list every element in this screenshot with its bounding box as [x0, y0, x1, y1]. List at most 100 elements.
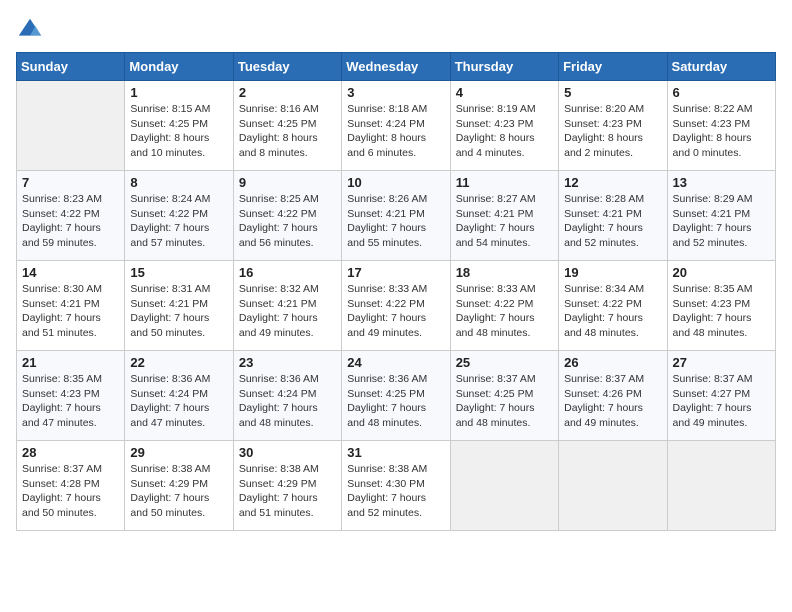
calendar-cell: 31 Sunrise: 8:38 AMSunset: 4:30 PMDayligh…	[342, 441, 450, 531]
day-number: 27	[673, 355, 770, 370]
day-header-wednesday: Wednesday	[342, 53, 450, 81]
day-header-sunday: Sunday	[17, 53, 125, 81]
logo-icon	[16, 16, 44, 44]
calendar-table: SundayMondayTuesdayWednesdayThursdayFrid…	[16, 52, 776, 531]
day-number: 11	[456, 175, 553, 190]
day-number: 24	[347, 355, 444, 370]
logo	[16, 16, 48, 44]
day-number: 15	[130, 265, 227, 280]
calendar-cell: 1 Sunrise: 8:15 AMSunset: 4:25 PMDaylight…	[125, 81, 233, 171]
day-number: 31	[347, 445, 444, 460]
day-info: Sunrise: 8:35 AMSunset: 4:23 PMDaylight:…	[673, 282, 770, 341]
day-info: Sunrise: 8:23 AMSunset: 4:22 PMDaylight:…	[22, 192, 119, 251]
day-info: Sunrise: 8:16 AMSunset: 4:25 PMDaylight:…	[239, 102, 336, 161]
day-info: Sunrise: 8:27 AMSunset: 4:21 PMDaylight:…	[456, 192, 553, 251]
calendar-cell: 20 Sunrise: 8:35 AMSunset: 4:23 PMDayligh…	[667, 261, 775, 351]
calendar-cell: 12 Sunrise: 8:28 AMSunset: 4:21 PMDayligh…	[559, 171, 667, 261]
day-info: Sunrise: 8:20 AMSunset: 4:23 PMDaylight:…	[564, 102, 661, 161]
day-number: 10	[347, 175, 444, 190]
calendar-cell: 5 Sunrise: 8:20 AMSunset: 4:23 PMDaylight…	[559, 81, 667, 171]
calendar-cell: 22Sunrise: 8:36 AMSunset: 4:24 PMDayligh…	[125, 351, 233, 441]
day-info: Sunrise: 8:25 AMSunset: 4:22 PMDaylight:…	[239, 192, 336, 251]
calendar-cell: 11 Sunrise: 8:27 AMSunset: 4:21 PMDayligh…	[450, 171, 558, 261]
day-number: 6	[673, 85, 770, 100]
day-info: Sunrise: 8:37 AMSunset: 4:27 PMDaylight:…	[673, 372, 770, 431]
calendar-week-1: 1 Sunrise: 8:15 AMSunset: 4:25 PMDaylight…	[17, 81, 776, 171]
day-number: 21	[22, 355, 119, 370]
calendar-cell: 29Sunrise: 8:38 AMSunset: 4:29 PMDayligh…	[125, 441, 233, 531]
day-info: Sunrise: 8:37 AMSunset: 4:25 PMDaylight:…	[456, 372, 553, 431]
day-header-monday: Monday	[125, 53, 233, 81]
calendar-cell: 27 Sunrise: 8:37 AMSunset: 4:27 PMDayligh…	[667, 351, 775, 441]
calendar-cell: 9 Sunrise: 8:25 AMSunset: 4:22 PMDaylight…	[233, 171, 341, 261]
day-header-saturday: Saturday	[667, 53, 775, 81]
day-number: 20	[673, 265, 770, 280]
day-info: Sunrise: 8:22 AMSunset: 4:23 PMDaylight:…	[673, 102, 770, 161]
day-number: 30	[239, 445, 336, 460]
day-info: Sunrise: 8:38 AMSunset: 4:30 PMDaylight:…	[347, 462, 444, 521]
day-info: Sunrise: 8:31 AMSunset: 4:21 PMDaylight:…	[130, 282, 227, 341]
day-info: Sunrise: 8:37 AMSunset: 4:28 PMDaylight:…	[22, 462, 119, 521]
calendar-cell	[17, 81, 125, 171]
day-number: 26	[564, 355, 661, 370]
day-info: Sunrise: 8:33 AMSunset: 4:22 PMDaylight:…	[456, 282, 553, 341]
calendar-cell: 21Sunrise: 8:35 AMSunset: 4:23 PMDayligh…	[17, 351, 125, 441]
calendar-cell: 2Sunrise: 8:16 AMSunset: 4:25 PMDaylight…	[233, 81, 341, 171]
calendar-cell: 4 Sunrise: 8:19 AMSunset: 4:23 PMDaylight…	[450, 81, 558, 171]
day-info: Sunrise: 8:29 AMSunset: 4:21 PMDaylight:…	[673, 192, 770, 251]
day-info: Sunrise: 8:38 AMSunset: 4:29 PMDaylight:…	[239, 462, 336, 521]
day-number: 28	[22, 445, 119, 460]
calendar-cell: 25 Sunrise: 8:37 AMSunset: 4:25 PMDayligh…	[450, 351, 558, 441]
day-info: Sunrise: 8:18 AMSunset: 4:24 PMDaylight:…	[347, 102, 444, 161]
day-number: 19	[564, 265, 661, 280]
day-info: Sunrise: 8:36 AMSunset: 4:24 PMDaylight:…	[239, 372, 336, 431]
day-number: 9	[239, 175, 336, 190]
calendar-cell: 30 Sunrise: 8:38 AMSunset: 4:29 PMDayligh…	[233, 441, 341, 531]
day-info: Sunrise: 8:19 AMSunset: 4:23 PMDaylight:…	[456, 102, 553, 161]
calendar-header: SundayMondayTuesdayWednesdayThursdayFrid…	[17, 53, 776, 81]
day-number: 1	[130, 85, 227, 100]
calendar-cell: 14 Sunrise: 8:30 AMSunset: 4:21 PMDayligh…	[17, 261, 125, 351]
calendar-cell: 18 Sunrise: 8:33 AMSunset: 4:22 PMDayligh…	[450, 261, 558, 351]
day-number: 16	[239, 265, 336, 280]
day-info: Sunrise: 8:15 AMSunset: 4:25 PMDaylight:…	[130, 102, 227, 161]
day-number: 23	[239, 355, 336, 370]
calendar-cell	[559, 441, 667, 531]
day-number: 8	[130, 175, 227, 190]
day-number: 13	[673, 175, 770, 190]
calendar-cell: 24 Sunrise: 8:36 AMSunset: 4:25 PMDayligh…	[342, 351, 450, 441]
day-info: Sunrise: 8:36 AMSunset: 4:24 PMDaylight:…	[130, 372, 227, 431]
calendar-cell	[450, 441, 558, 531]
calendar-cell: 13 Sunrise: 8:29 AMSunset: 4:21 PMDayligh…	[667, 171, 775, 261]
calendar-cell	[667, 441, 775, 531]
calendar-cell: 8Sunrise: 8:24 AMSunset: 4:22 PMDaylight…	[125, 171, 233, 261]
calendar-cell: 23 Sunrise: 8:36 AMSunset: 4:24 PMDayligh…	[233, 351, 341, 441]
day-number: 5	[564, 85, 661, 100]
calendar-cell: 6 Sunrise: 8:22 AMSunset: 4:23 PMDaylight…	[667, 81, 775, 171]
calendar-cell: 15 Sunrise: 8:31 AMSunset: 4:21 PMDayligh…	[125, 261, 233, 351]
day-number: 3	[347, 85, 444, 100]
day-number: 4	[456, 85, 553, 100]
day-info: Sunrise: 8:38 AMSunset: 4:29 PMDaylight:…	[130, 462, 227, 521]
day-header-thursday: Thursday	[450, 53, 558, 81]
calendar-cell: 16Sunrise: 8:32 AMSunset: 4:21 PMDayligh…	[233, 261, 341, 351]
calendar-week-3: 14 Sunrise: 8:30 AMSunset: 4:21 PMDayligh…	[17, 261, 776, 351]
calendar-cell: 19 Sunrise: 8:34 AMSunset: 4:22 PMDayligh…	[559, 261, 667, 351]
day-number: 18	[456, 265, 553, 280]
day-header-friday: Friday	[559, 53, 667, 81]
calendar-body: 1 Sunrise: 8:15 AMSunset: 4:25 PMDaylight…	[17, 81, 776, 531]
calendar-week-5: 28 Sunrise: 8:37 AMSunset: 4:28 PMDayligh…	[17, 441, 776, 531]
day-header-tuesday: Tuesday	[233, 53, 341, 81]
day-info: Sunrise: 8:37 AMSunset: 4:26 PMDaylight:…	[564, 372, 661, 431]
calendar-cell: 17Sunrise: 8:33 AMSunset: 4:22 PMDayligh…	[342, 261, 450, 351]
day-number: 14	[22, 265, 119, 280]
day-info: Sunrise: 8:36 AMSunset: 4:25 PMDaylight:…	[347, 372, 444, 431]
day-info: Sunrise: 8:28 AMSunset: 4:21 PMDaylight:…	[564, 192, 661, 251]
day-number: 12	[564, 175, 661, 190]
day-info: Sunrise: 8:30 AMSunset: 4:21 PMDaylight:…	[22, 282, 119, 341]
day-number: 7	[22, 175, 119, 190]
page-header	[16, 16, 776, 44]
day-info: Sunrise: 8:34 AMSunset: 4:22 PMDaylight:…	[564, 282, 661, 341]
day-number: 25	[456, 355, 553, 370]
calendar-cell: 3 Sunrise: 8:18 AMSunset: 4:24 PMDaylight…	[342, 81, 450, 171]
